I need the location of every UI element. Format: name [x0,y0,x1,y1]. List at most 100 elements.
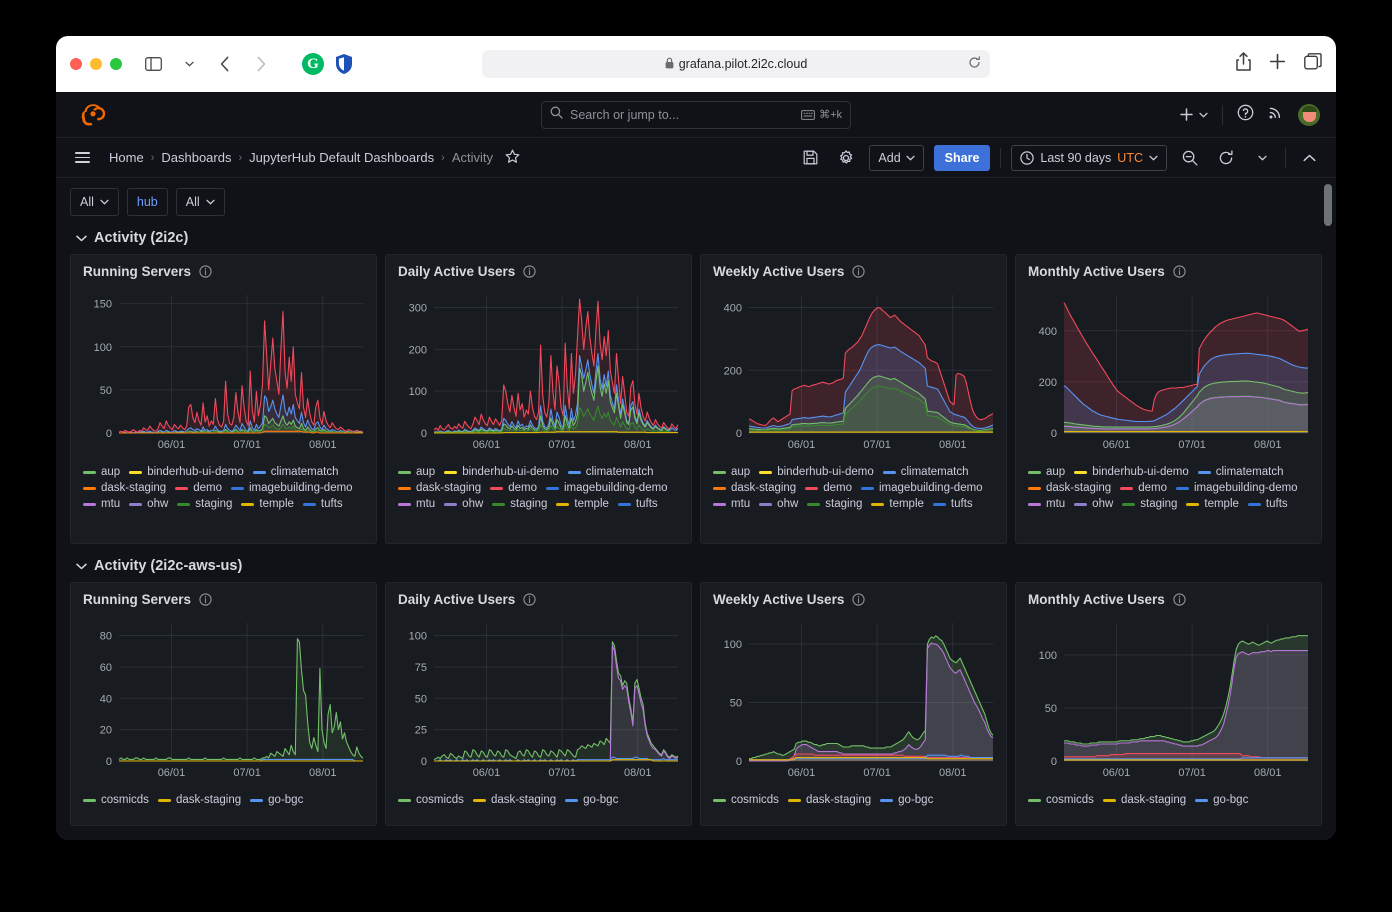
breadcrumb-item-jupyterhub-default-dashboards[interactable]: JupyterHub Default Dashboards [249,150,434,165]
panel-header[interactable]: Monthly Active Users [1016,583,1321,609]
legend-item-staging[interactable]: staging [492,498,547,510]
chart-container[interactable]: 025507510006/0107/0108/01 [386,609,691,790]
legend-item-imagebuilding-demo[interactable]: imagebuilding-demo [231,482,353,494]
chart-container[interactable]: 05010015006/0107/0108/01 [71,281,376,462]
info-circle-icon[interactable] [523,265,536,278]
help-circle-icon[interactable] [1237,104,1254,126]
add-button[interactable]: Add [869,145,923,171]
legend-item-demo[interactable]: demo [490,482,537,494]
breadcrumb-item-dashboards[interactable]: Dashboards [161,150,231,165]
legend-item-binderhub-ui-demo[interactable]: binderhub-ui-demo [129,466,244,478]
breadcrumb-item-home[interactable]: Home [109,150,144,165]
legend-item-mtu[interactable]: mtu [713,498,750,510]
legend-item-imagebuilding-demo[interactable]: imagebuilding-demo [1176,482,1298,494]
legend-item-go-bgc[interactable]: go-bgc [1195,794,1248,806]
chart-container[interactable]: 010020030006/0107/0108/01 [386,281,691,462]
legend-item-ohw[interactable]: ohw [129,498,168,510]
shield-icon[interactable] [334,53,354,75]
hamburger-menu-icon[interactable] [70,147,95,168]
new-tab-plus-icon[interactable] [1269,53,1286,75]
legend-item-ohw[interactable]: ohw [759,498,798,510]
refresh-icon[interactable] [1213,145,1239,171]
legend-item-cosmicds[interactable]: cosmicds [1028,794,1094,806]
star-outline-icon[interactable] [505,149,520,167]
share-button[interactable]: Share [934,145,991,171]
legend-item-climatematch[interactable]: climatematch [253,466,339,478]
close-window-button[interactable] [70,58,82,70]
legend-item-imagebuilding-demo[interactable]: imagebuilding-demo [861,482,983,494]
legend-item-temple[interactable]: temple [1186,498,1239,510]
search-input[interactable]: Search or jump to... ⌘+k [541,101,851,129]
legend-item-dask-staging[interactable]: dask-staging [158,794,241,806]
address-bar[interactable]: grafana.pilot.2i2c.cloud [482,50,990,78]
legend-item-demo[interactable]: demo [1120,482,1167,494]
legend-item-dask-staging[interactable]: dask-staging [83,482,166,494]
legend-item-dask-staging[interactable]: dask-staging [1028,482,1111,494]
legend-item-aup[interactable]: aup [713,466,750,478]
variable-all-2[interactable]: All [176,188,225,216]
legend-item-go-bgc[interactable]: go-bgc [565,794,618,806]
legend-item-dask-staging[interactable]: dask-staging [788,794,871,806]
news-feed-icon[interactable] [1268,104,1284,125]
legend-item-climatematch[interactable]: climatematch [568,466,654,478]
chart-container[interactable]: 020040006/0107/0108/01 [701,281,1006,462]
share-icon[interactable] [1236,52,1251,76]
legend-item-staging[interactable]: staging [807,498,862,510]
legend-item-cosmicds[interactable]: cosmicds [83,794,149,806]
scrollbar-track[interactable] [1324,178,1334,840]
legend-item-aup[interactable]: aup [83,466,120,478]
info-circle-icon[interactable] [1173,265,1186,278]
legend-item-mtu[interactable]: mtu [1028,498,1065,510]
panel-header[interactable]: Monthly Active Users [1016,255,1321,281]
back-chevron-icon[interactable] [212,51,238,77]
legend-item-mtu[interactable]: mtu [398,498,435,510]
variable-all-1[interactable]: All [70,188,119,216]
legend-item-mtu[interactable]: mtu [83,498,120,510]
legend-item-temple[interactable]: temple [871,498,924,510]
row-header-activity-2i2c[interactable]: Activity (2i2c) [76,230,1322,246]
chart-container[interactable]: 020040006/0107/0108/01 [1016,281,1321,462]
legend-item-dask-staging[interactable]: dask-staging [1103,794,1186,806]
legend-item-binderhub-ui-demo[interactable]: binderhub-ui-demo [444,466,559,478]
zoom-out-icon[interactable] [1177,145,1203,171]
legend-item-imagebuilding-demo[interactable]: imagebuilding-demo [546,482,668,494]
legend-item-cosmicds[interactable]: cosmicds [398,794,464,806]
panel-header[interactable]: Daily Active Users [386,255,691,281]
user-avatar[interactable] [1298,104,1320,126]
legend-item-ohw[interactable]: ohw [1074,498,1113,510]
legend-item-cosmicds[interactable]: cosmicds [713,794,779,806]
info-circle-icon[interactable] [852,265,865,278]
legend-item-tufts[interactable]: tufts [933,498,973,510]
time-range-picker[interactable]: Last 90 days UTC [1011,145,1167,171]
legend-item-binderhub-ui-demo[interactable]: binderhub-ui-demo [759,466,874,478]
legend-item-go-bgc[interactable]: go-bgc [880,794,933,806]
info-circle-icon[interactable] [523,593,536,606]
vertical-scrollbar[interactable] [1324,184,1332,226]
grammarly-icon[interactable]: G [302,53,324,75]
legend-item-tufts[interactable]: tufts [618,498,658,510]
maximize-window-button[interactable] [110,58,122,70]
legend-item-binderhub-ui-demo[interactable]: binderhub-ui-demo [1074,466,1189,478]
legend-item-climatematch[interactable]: climatematch [883,466,969,478]
panel-header[interactable]: Weekly Active Users [701,583,1006,609]
create-menu-button[interactable] [1179,107,1208,122]
sidebar-dropdown-icon[interactable] [176,51,202,77]
info-circle-icon[interactable] [199,265,212,278]
variable-hub[interactable]: hub [127,188,168,216]
chevron-up-icon[interactable] [1296,145,1322,171]
legend-item-dask-staging[interactable]: dask-staging [713,482,796,494]
grafana-logo-icon[interactable] [80,102,106,128]
legend-item-climatematch[interactable]: climatematch [1198,466,1284,478]
info-circle-icon[interactable] [852,593,865,606]
legend-item-tufts[interactable]: tufts [1248,498,1288,510]
legend-item-dask-staging[interactable]: dask-staging [473,794,556,806]
legend-item-demo[interactable]: demo [175,482,222,494]
gear-icon[interactable] [833,145,859,171]
legend-item-staging[interactable]: staging [177,498,232,510]
info-circle-icon[interactable] [1173,593,1186,606]
legend-item-tufts[interactable]: tufts [303,498,343,510]
legend-item-demo[interactable]: demo [805,482,852,494]
forward-chevron-icon[interactable] [248,51,274,77]
legend-item-staging[interactable]: staging [1122,498,1177,510]
chart-container[interactable]: 05010006/0107/0108/01 [701,609,1006,790]
